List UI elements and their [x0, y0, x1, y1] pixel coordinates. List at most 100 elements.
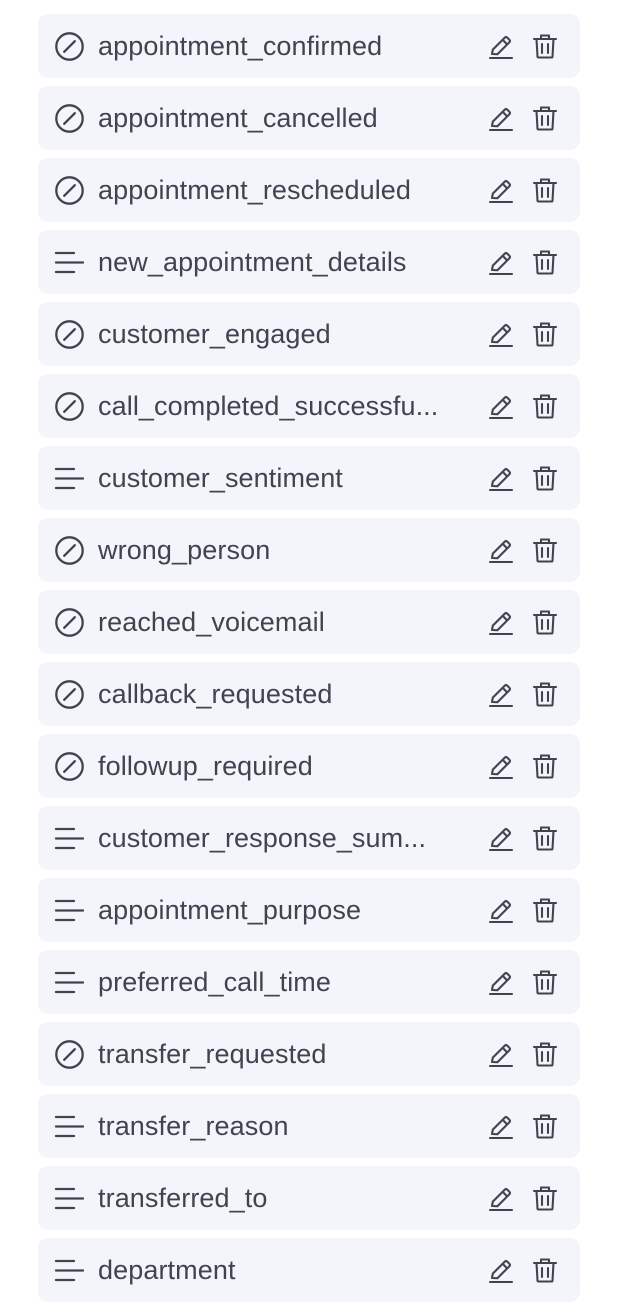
edit-button[interactable]	[486, 967, 516, 997]
delete-button[interactable]	[530, 1111, 560, 1141]
delete-button[interactable]	[530, 391, 560, 421]
field-name-label: transferred_to	[98, 1182, 268, 1213]
row-actions	[486, 391, 560, 421]
delete-button[interactable]	[530, 607, 560, 637]
field-row-customer-response-sum: customer_response_sum...	[38, 806, 580, 870]
boolean-icon	[54, 679, 85, 710]
pencil-edit-icon	[488, 971, 514, 996]
field-name-label: followup_required	[98, 750, 313, 781]
pencil-edit-icon	[488, 35, 514, 60]
field-name-label: department	[98, 1254, 236, 1285]
delete-button[interactable]	[530, 175, 560, 205]
text-lines-icon	[54, 823, 85, 854]
field-row-wrong-person: wrong_person	[38, 518, 580, 582]
trash-icon	[532, 394, 558, 419]
pencil-edit-icon	[488, 179, 514, 204]
edit-button[interactable]	[486, 391, 516, 421]
boolean-icon	[54, 31, 85, 62]
field-list: appointment_confirmed appointment_cancel…	[38, 14, 580, 1310]
delete-button[interactable]	[530, 895, 560, 925]
row-actions	[486, 175, 560, 205]
trash-icon	[532, 250, 558, 275]
trash-icon	[532, 898, 558, 923]
edit-button[interactable]	[486, 751, 516, 781]
edit-button[interactable]	[486, 535, 516, 565]
field-name-label: appointment_rescheduled	[98, 174, 412, 205]
edit-button[interactable]	[486, 823, 516, 853]
delete-button[interactable]	[530, 319, 560, 349]
field-row-transfer-requested: transfer_requested	[38, 1022, 580, 1086]
field-name-label: new_appointment_details	[98, 246, 407, 277]
delete-button[interactable]	[530, 31, 560, 61]
field-name-label: wrong_person	[98, 534, 271, 565]
boolean-icon	[54, 391, 85, 422]
delete-button[interactable]	[530, 103, 560, 133]
edit-button[interactable]	[486, 247, 516, 277]
text-lines-icon	[54, 247, 85, 278]
pencil-edit-icon	[488, 899, 514, 924]
pencil-edit-icon	[488, 539, 514, 564]
delete-button[interactable]	[530, 247, 560, 277]
trash-icon	[532, 1042, 558, 1067]
boolean-icon	[54, 319, 85, 350]
field-name-label: customer_response_sum...	[98, 822, 427, 853]
delete-button[interactable]	[530, 967, 560, 997]
delete-button[interactable]	[530, 463, 560, 493]
trash-icon	[532, 106, 558, 131]
delete-button[interactable]	[530, 1183, 560, 1213]
text-lines-icon	[54, 463, 85, 494]
boolean-icon	[54, 175, 85, 206]
edit-button[interactable]	[486, 1039, 516, 1069]
edit-button[interactable]	[486, 463, 516, 493]
delete-button[interactable]	[530, 679, 560, 709]
trash-icon	[532, 970, 558, 995]
pencil-edit-icon	[488, 1043, 514, 1068]
row-actions	[486, 1183, 560, 1213]
row-actions	[486, 31, 560, 61]
delete-button[interactable]	[530, 1039, 560, 1069]
field-row-customer-engaged: customer_engaged	[38, 302, 580, 366]
text-lines-icon	[54, 967, 85, 998]
field-name-label: preferred_call_time	[98, 966, 332, 997]
field-row-callback-requested: callback_requested	[38, 662, 580, 726]
field-name-label: appointment_purpose	[98, 894, 362, 925]
field-row-transfer-reason: transfer_reason	[38, 1094, 580, 1158]
edit-button[interactable]	[486, 31, 516, 61]
edit-button[interactable]	[486, 319, 516, 349]
boolean-icon	[54, 1039, 85, 1070]
pencil-edit-icon	[488, 827, 514, 852]
field-row-appointment-cancelled: appointment_cancelled	[38, 86, 580, 150]
field-row-new-appointment-details: new_appointment_details	[38, 230, 580, 294]
pencil-edit-icon	[488, 251, 514, 276]
pencil-edit-icon	[488, 1187, 514, 1212]
row-actions	[486, 895, 560, 925]
delete-button[interactable]	[530, 823, 560, 853]
text-lines-icon	[54, 1111, 85, 1142]
field-name-label: call_completed_successfu...	[98, 390, 439, 421]
trash-icon	[532, 1186, 558, 1211]
edit-button[interactable]	[486, 1111, 516, 1141]
row-actions	[486, 463, 560, 493]
trash-icon	[532, 1258, 558, 1283]
delete-button[interactable]	[530, 535, 560, 565]
text-lines-icon	[54, 1183, 85, 1214]
edit-button[interactable]	[486, 1255, 516, 1285]
edit-button[interactable]	[486, 895, 516, 925]
edit-button[interactable]	[486, 1183, 516, 1213]
pencil-edit-icon	[488, 611, 514, 636]
field-name-label: transfer_reason	[98, 1110, 289, 1141]
text-lines-icon	[54, 895, 85, 926]
row-actions	[486, 607, 560, 637]
delete-button[interactable]	[530, 751, 560, 781]
edit-button[interactable]	[486, 175, 516, 205]
boolean-icon	[54, 535, 85, 566]
edit-button[interactable]	[486, 679, 516, 709]
edit-button[interactable]	[486, 607, 516, 637]
row-actions	[486, 967, 560, 997]
trash-icon	[532, 538, 558, 563]
pencil-edit-icon	[488, 683, 514, 708]
trash-icon	[532, 754, 558, 779]
delete-button[interactable]	[530, 1255, 560, 1285]
edit-button[interactable]	[486, 103, 516, 133]
field-name-label: customer_engaged	[98, 318, 331, 349]
